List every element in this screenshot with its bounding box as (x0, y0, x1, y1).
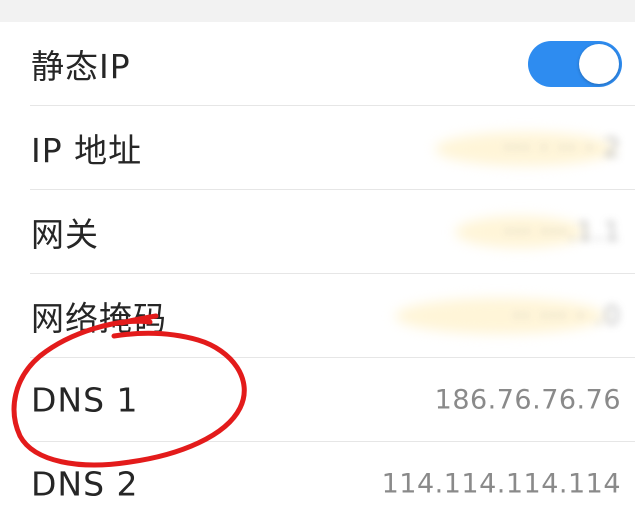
subnet-mask-row[interactable]: 网络掩码 ·· ··· · .0 (0, 274, 635, 358)
subnet-mask-value: ·· ··· · .0 (512, 300, 621, 332)
dns2-label: DNS 2 (31, 464, 139, 504)
dns1-label: DNS 1 (31, 380, 139, 420)
gateway-value: ··· ···.1.1 (503, 216, 621, 248)
dns2-row[interactable]: DNS 2 114.114.114.114 (0, 442, 635, 526)
ip-address-label: IP 地址 (31, 131, 143, 170)
static-ip-row[interactable]: 静态IP (0, 22, 635, 106)
ip-address-value: ··· · ·· · 2 (503, 132, 621, 164)
gateway-row[interactable]: 网关 ··· ···.1.1 (0, 190, 635, 274)
static-ip-label: 静态IP (31, 47, 131, 86)
ip-settings-list: 静态IP IP 地址 ··· · ·· · 2 网关 ··· ···.1.1 网… (0, 22, 635, 526)
static-ip-settings-screen: 静态IP IP 地址 ··· · ·· · 2 网关 ··· ···.1.1 网… (0, 0, 635, 526)
dns1-row[interactable]: DNS 1 186.76.76.76 (0, 358, 635, 442)
static-ip-toggle[interactable] (528, 41, 622, 87)
dns1-value: 186.76.76.76 (434, 384, 621, 416)
gateway-label: 网关 (31, 215, 99, 254)
subnet-mask-label: 网络掩码 (31, 299, 167, 338)
dns2-value: 114.114.114.114 (381, 468, 621, 500)
toggle-knob (579, 44, 619, 84)
ip-address-row[interactable]: IP 地址 ··· · ·· · 2 (0, 106, 635, 190)
